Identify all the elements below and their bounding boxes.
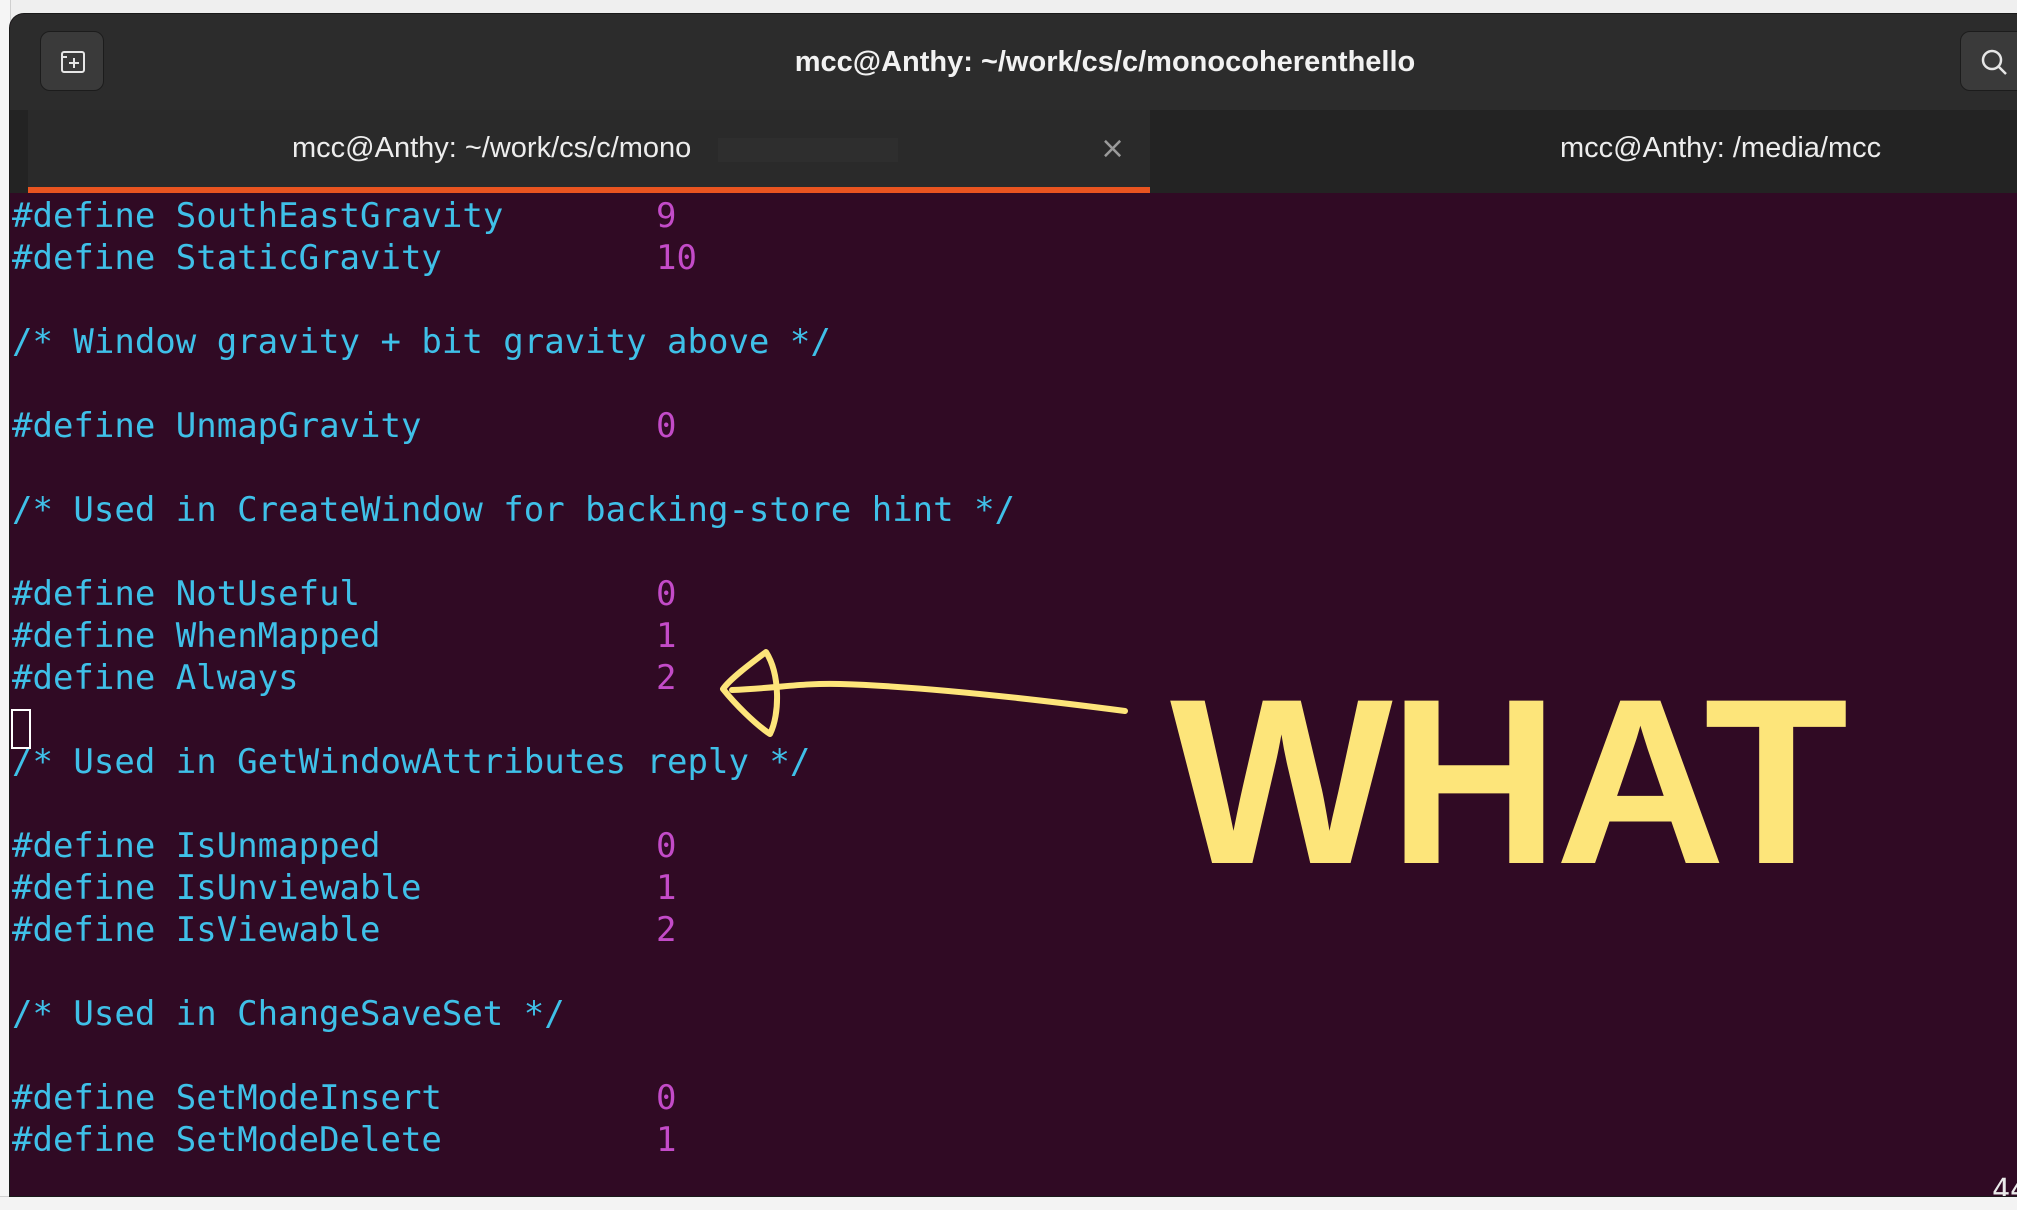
terminal-window[interactable]: mcc@Anthy: ~/work/cs/c/monocoherenthello… bbox=[10, 14, 2017, 1196]
background-window-bottom bbox=[0, 1196, 2017, 1210]
annotation-what-text: WHAT bbox=[1170, 650, 1848, 914]
annotation-arrow bbox=[720, 649, 1128, 737]
desktop-background: mcc@Anthy: ~/work/cs/c/monocoherenthello… bbox=[0, 0, 2017, 1210]
